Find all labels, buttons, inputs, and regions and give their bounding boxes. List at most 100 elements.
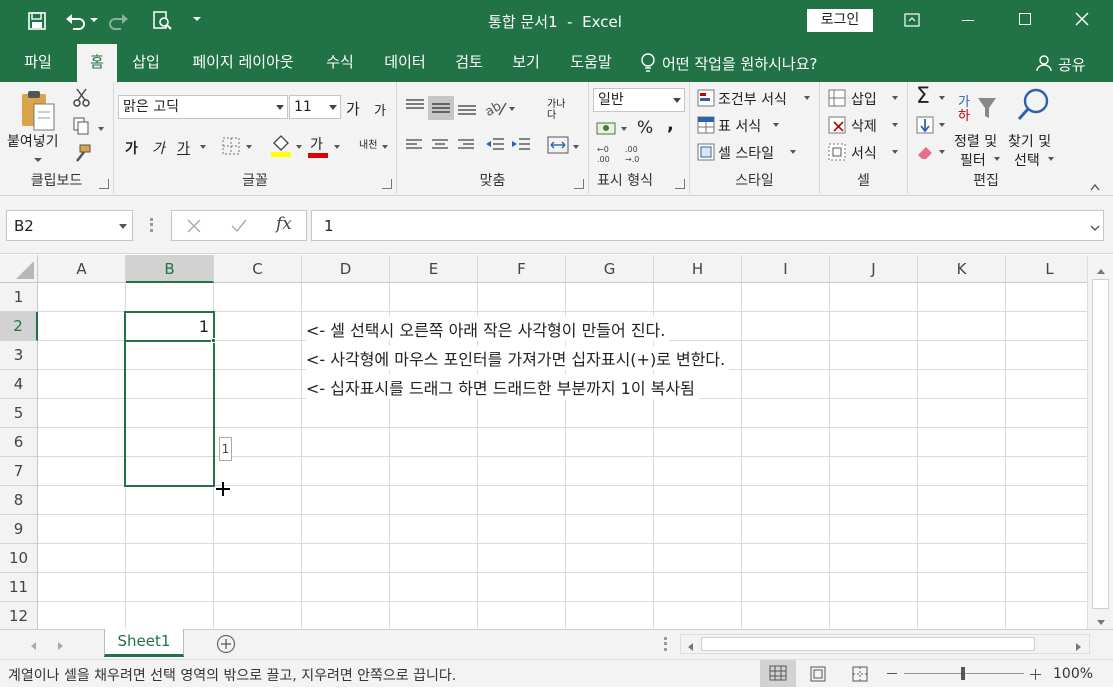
find-select-button[interactable]: 찾기 및 (1008, 131, 1051, 151)
currency-dropdown-icon[interactable] (621, 127, 627, 131)
sheet-tab-sheet1[interactable]: Sheet1 (104, 629, 184, 657)
orientation-dropdown-icon[interactable] (509, 107, 515, 111)
conditional-format-button[interactable]: 조건부 서식 (718, 89, 787, 109)
horizontal-scrollbar[interactable] (680, 634, 1090, 654)
zoom-level[interactable]: 100% (1053, 666, 1093, 682)
print-preview-icon[interactable] (152, 11, 172, 31)
grow-font-button[interactable]: 가 (346, 98, 360, 119)
cell-styles-button[interactable]: 셀 스타일 (718, 143, 774, 163)
undo-icon[interactable] (64, 10, 88, 30)
tab-view[interactable]: 보기 (504, 44, 548, 82)
zoom-slider-handle[interactable] (961, 667, 965, 680)
name-box-dropdown-icon[interactable] (119, 224, 127, 229)
share-button[interactable]: 공유 (1058, 54, 1086, 75)
align-center-icon[interactable] (431, 138, 449, 152)
row-header-2[interactable]: 2 (0, 312, 38, 341)
zoom-slider[interactable] (904, 667, 1024, 680)
table-format-dropdown-icon[interactable] (773, 123, 779, 127)
cancel-entry-icon[interactable] (186, 218, 202, 234)
normal-view-icon[interactable] (760, 660, 796, 687)
insert-cells-dropdown-icon[interactable] (892, 96, 898, 100)
fill-dropdown-icon[interactable] (939, 123, 945, 127)
clear-icon[interactable] (916, 144, 934, 160)
tab-help[interactable]: 도움말 (560, 44, 622, 82)
font-color-dropdown-icon[interactable] (334, 145, 340, 149)
delete-cells-button[interactable]: 삭제 (851, 116, 877, 136)
borders-dropdown-icon[interactable] (246, 145, 252, 149)
row-header-5[interactable]: 5 (0, 399, 38, 428)
clipboard-launcher-icon[interactable] (99, 179, 109, 189)
merge-center-icon[interactable] (547, 136, 569, 154)
close-icon[interactable] (1073, 10, 1091, 28)
undo-dropdown-icon[interactable] (90, 18, 98, 22)
row-header-11[interactable]: 11 (0, 573, 38, 602)
fill-icon[interactable] (916, 116, 934, 134)
expand-formula-bar-icon[interactable] (1090, 220, 1100, 231)
align-left-icon[interactable] (405, 138, 423, 152)
column-header-I[interactable]: I (742, 255, 830, 283)
minimize-icon[interactable] (962, 20, 974, 21)
clear-dropdown-icon[interactable] (939, 150, 945, 154)
tell-me-search[interactable]: 어떤 작업을 원하시나요? (662, 53, 818, 74)
row-header-8[interactable]: 8 (0, 486, 38, 515)
vertical-scrollbar[interactable] (1087, 255, 1113, 629)
previous-sheet-icon[interactable] (29, 639, 37, 650)
tab-insert[interactable]: 삽입 (124, 44, 168, 82)
decrease-decimal-icon[interactable]: .00 →.0 (625, 144, 647, 164)
column-header-L[interactable]: L (1006, 255, 1087, 283)
zoom-in-icon[interactable] (1030, 668, 1041, 680)
italic-button[interactable]: 가 (152, 138, 165, 158)
column-header-H[interactable]: H (654, 255, 742, 283)
column-header-K[interactable]: K (918, 255, 1006, 283)
shrink-font-button[interactable]: 가 (374, 100, 386, 119)
login-button[interactable]: 로그인 (807, 9, 873, 32)
underline-dropdown-icon[interactable] (200, 145, 206, 149)
align-top-icon[interactable] (405, 98, 425, 114)
tab-page-layout[interactable]: 페이지 레이아웃 (180, 44, 306, 82)
page-layout-view-icon[interactable] (810, 666, 826, 682)
redo-icon[interactable] (106, 10, 130, 30)
tab-formulas[interactable]: 수식 (318, 44, 362, 82)
formula-input[interactable]: 1 (311, 210, 1104, 241)
number-format-dropdown-icon[interactable] (673, 98, 681, 103)
cell-styles-dropdown-icon[interactable] (790, 150, 796, 154)
increase-indent-icon[interactable] (511, 137, 531, 153)
row-header-9[interactable]: 9 (0, 515, 38, 544)
save-icon[interactable] (28, 12, 46, 30)
column-header-B[interactable]: B (126, 255, 214, 283)
cell-D2[interactable]: <- 셀 선택시 오른쪽 아래 작은 사각형이 만들어 진다. (306, 317, 670, 341)
format-as-table-button[interactable]: 표 서식 (718, 116, 761, 136)
delete-cells-dropdown-icon[interactable] (892, 123, 898, 127)
scroll-down-icon[interactable] (1096, 615, 1106, 625)
wrap-text-button[interactable]: 가나다 (547, 99, 569, 121)
page-break-view-icon[interactable] (852, 666, 868, 682)
font-size-dropdown-icon[interactable] (329, 105, 337, 110)
align-middle-icon[interactable] (428, 96, 454, 120)
alignment-launcher-icon[interactable] (574, 179, 584, 189)
scroll-right-icon[interactable] (1075, 640, 1083, 651)
increase-decimal-icon[interactable]: ←0.00 (597, 144, 619, 164)
font-launcher-icon[interactable] (382, 179, 392, 189)
currency-icon[interactable] (596, 120, 618, 138)
copy-dropdown-icon[interactable] (98, 127, 104, 131)
column-header-G[interactable]: G (566, 255, 654, 283)
paste-button[interactable]: 붙여넣기 (7, 131, 59, 151)
select-all-corner[interactable] (0, 255, 38, 283)
column-header-C[interactable]: C (214, 255, 302, 283)
insert-cells-button[interactable]: 삽입 (851, 89, 877, 109)
phonetic-button[interactable]: 내천 (359, 136, 377, 151)
column-header-A[interactable]: A (38, 255, 126, 283)
fill-color-dropdown-icon[interactable] (296, 145, 302, 149)
autosum-dropdown-icon[interactable] (939, 96, 945, 100)
zoom-out-icon[interactable] (887, 673, 897, 674)
horizontal-scroll-thumb[interactable] (701, 637, 1035, 651)
insert-function-button[interactable]: fx (276, 214, 292, 234)
row-header-3[interactable]: 3 (0, 341, 38, 370)
sort-filter-button[interactable]: 정렬 및 (954, 131, 997, 151)
align-bottom-icon[interactable] (457, 100, 477, 116)
tab-split-grip-icon[interactable] (664, 637, 667, 651)
vertical-scroll-thumb[interactable] (1092, 279, 1109, 609)
tab-file[interactable]: 파일 (10, 44, 66, 82)
decrease-indent-icon[interactable] (485, 137, 505, 153)
row-header-1[interactable]: 1 (0, 283, 38, 312)
